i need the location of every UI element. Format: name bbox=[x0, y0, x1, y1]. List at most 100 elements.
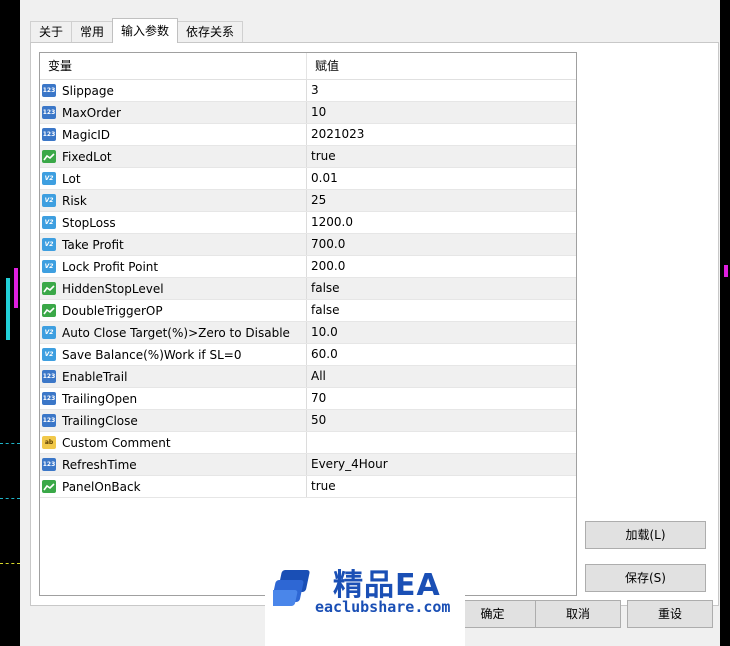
tab-about[interactable]: 关于 bbox=[30, 21, 73, 43]
parameter-value-cell[interactable]: 0.01 bbox=[307, 168, 576, 189]
table-row[interactable]: 123 EnableTrail All bbox=[40, 366, 576, 388]
save-button[interactable]: 保存(S) bbox=[585, 564, 706, 592]
parameter-name-cell: V2 Auto Close Target(%)>Zero to Disable bbox=[40, 322, 307, 343]
chart-grid-line bbox=[0, 498, 20, 499]
boolean-type-icon bbox=[42, 480, 56, 493]
double-type-icon: V2 bbox=[42, 260, 56, 273]
parameters-grid: 变量 赋值 123 Slippage 3 123 MaxOrder 10 123 MagicI… bbox=[39, 52, 577, 596]
parameter-name-cell: HiddenStopLevel bbox=[40, 278, 307, 299]
parameter-value-cell[interactable]: 2021023 bbox=[307, 124, 576, 145]
parameter-value-cell[interactable]: 50 bbox=[307, 410, 576, 431]
tab-inputs[interactable]: 输入参数 bbox=[112, 18, 179, 43]
parameter-value-cell[interactable]: true bbox=[307, 476, 576, 497]
load-button[interactable]: 加载(L) bbox=[585, 521, 706, 549]
parameter-name: HiddenStopLevel bbox=[62, 281, 164, 296]
parameter-value-cell[interactable]: false bbox=[307, 278, 576, 299]
parameter-value-cell[interactable]: 70 bbox=[307, 388, 576, 409]
watermark-overlay: 精品EA eaclubshare.com bbox=[265, 556, 465, 646]
parameter-value-cell[interactable]: true bbox=[307, 146, 576, 167]
double-type-icon: V2 bbox=[42, 238, 56, 251]
parameter-value-cell[interactable]: All bbox=[307, 366, 576, 387]
table-row[interactable]: V2 Lot 0.01 bbox=[40, 168, 576, 190]
reset-button[interactable]: 重设 bbox=[627, 600, 713, 628]
parameter-name: Lot bbox=[62, 171, 81, 186]
parameter-name: Slippage bbox=[62, 83, 114, 98]
parameter-value-cell[interactable]: 700.0 bbox=[307, 234, 576, 255]
parameter-name-cell: ab Custom Comment bbox=[40, 432, 307, 453]
parameter-name: TrailingClose bbox=[62, 413, 138, 428]
chart-grid-line bbox=[0, 563, 20, 564]
table-row[interactable]: ab Custom Comment bbox=[40, 432, 576, 454]
parameter-name-cell: V2 Lot bbox=[40, 168, 307, 189]
integer-type-icon: 123 bbox=[42, 458, 56, 471]
table-row[interactable]: 123 MaxOrder 10 bbox=[40, 102, 576, 124]
parameter-name: TrailingOpen bbox=[62, 391, 138, 406]
table-row[interactable]: V2 Lock Profit Point 200.0 bbox=[40, 256, 576, 278]
table-row[interactable]: V2 Save Balance(%)Work if SL=0 60.0 bbox=[40, 344, 576, 366]
parameter-name: Risk bbox=[62, 193, 87, 208]
tab-dependencies[interactable]: 依存关系 bbox=[177, 21, 244, 43]
column-header-variable[interactable]: 变量 bbox=[40, 53, 307, 79]
parameter-value-cell[interactable]: 200.0 bbox=[307, 256, 576, 277]
string-type-icon: ab bbox=[42, 436, 56, 449]
integer-type-icon: 123 bbox=[42, 392, 56, 405]
parameter-value-cell[interactable]: 25 bbox=[307, 190, 576, 211]
parameter-name: Auto Close Target(%)>Zero to Disable bbox=[62, 325, 290, 340]
parameter-name: MaxOrder bbox=[62, 105, 121, 120]
integer-type-icon: 123 bbox=[42, 414, 56, 427]
parameter-name: DoubleTriggerOP bbox=[62, 303, 163, 318]
parameter-name-cell: 123 EnableTrail bbox=[40, 366, 307, 387]
candle-bar bbox=[724, 265, 728, 277]
chart-grid-line bbox=[0, 443, 20, 444]
table-row[interactable]: 123 TrailingClose 50 bbox=[40, 410, 576, 432]
parameter-value-cell[interactable]: 10.0 bbox=[307, 322, 576, 343]
table-row[interactable]: DoubleTriggerOP false bbox=[40, 300, 576, 322]
tab-common[interactable]: 常用 bbox=[71, 21, 114, 43]
double-type-icon: V2 bbox=[42, 172, 56, 185]
parameter-name-cell: V2 StopLoss bbox=[40, 212, 307, 233]
boolean-type-icon bbox=[42, 150, 56, 163]
parameter-value-cell[interactable]: 10 bbox=[307, 102, 576, 123]
parameter-value-cell[interactable]: 3 bbox=[307, 80, 576, 101]
parameter-name: Save Balance(%)Work if SL=0 bbox=[62, 347, 242, 362]
integer-type-icon: 123 bbox=[42, 370, 56, 383]
table-row[interactable]: 123 Slippage 3 bbox=[40, 80, 576, 102]
parameter-name-cell: PanelOnBack bbox=[40, 476, 307, 497]
grid-header: 变量 赋值 bbox=[40, 53, 576, 80]
boolean-type-icon bbox=[42, 282, 56, 295]
parameter-name: RefreshTime bbox=[62, 457, 137, 472]
table-row[interactable]: 123 TrailingOpen 70 bbox=[40, 388, 576, 410]
parameter-value-cell[interactable]: 60.0 bbox=[307, 344, 576, 365]
parameter-value-cell[interactable]: false bbox=[307, 300, 576, 321]
grid-rows: 123 Slippage 3 123 MaxOrder 10 123 MagicID 20210… bbox=[40, 80, 576, 498]
parameter-name-cell: 123 TrailingClose bbox=[40, 410, 307, 431]
table-row[interactable]: V2 Risk 25 bbox=[40, 190, 576, 212]
parameter-value-cell[interactable]: 1200.0 bbox=[307, 212, 576, 233]
integer-type-icon: 123 bbox=[42, 84, 56, 97]
integer-type-icon: 123 bbox=[42, 128, 56, 141]
parameter-name: MagicID bbox=[62, 127, 111, 142]
table-row[interactable]: PanelOnBack true bbox=[40, 476, 576, 498]
parameter-name-cell: 123 Slippage bbox=[40, 80, 307, 101]
table-row[interactable]: 123 RefreshTime Every_4Hour bbox=[40, 454, 576, 476]
parameter-name: Custom Comment bbox=[62, 435, 171, 450]
tab-strip: 关于 常用 输入参数 依存关系 bbox=[30, 18, 244, 43]
table-row[interactable]: V2 StopLoss 1200.0 bbox=[40, 212, 576, 234]
parameter-value-cell[interactable] bbox=[307, 432, 576, 453]
column-header-value[interactable]: 赋值 bbox=[307, 53, 339, 79]
brand-logo-icon bbox=[273, 570, 310, 606]
boolean-type-icon bbox=[42, 304, 56, 317]
table-row[interactable]: HiddenStopLevel false bbox=[40, 278, 576, 300]
parameter-name: FixedLot bbox=[62, 149, 112, 164]
parameter-value-cell[interactable]: Every_4Hour bbox=[307, 454, 576, 475]
cancel-button[interactable]: 取消 bbox=[535, 600, 621, 628]
table-row[interactable]: V2 Take Profit 700.0 bbox=[40, 234, 576, 256]
parameter-name-cell: V2 Risk bbox=[40, 190, 307, 211]
double-type-icon: V2 bbox=[42, 326, 56, 339]
parameter-name: PanelOnBack bbox=[62, 479, 141, 494]
parameter-name-cell: V2 Save Balance(%)Work if SL=0 bbox=[40, 344, 307, 365]
table-row[interactable]: 123 MagicID 2021023 bbox=[40, 124, 576, 146]
table-row[interactable]: FixedLot true bbox=[40, 146, 576, 168]
parameter-name-cell: 123 MaxOrder bbox=[40, 102, 307, 123]
table-row[interactable]: V2 Auto Close Target(%)>Zero to Disable 10… bbox=[40, 322, 576, 344]
